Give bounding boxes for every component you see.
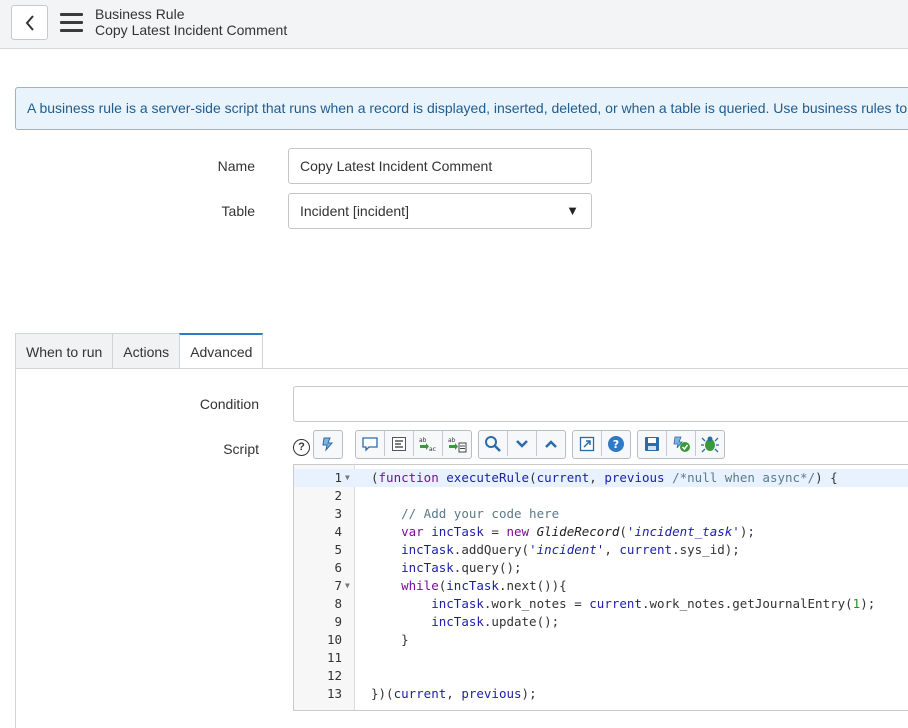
code-text: incTask.update(); [431,614,560,629]
name-label: Name [217,158,255,174]
line-number: 1 [334,470,342,485]
search-button[interactable] [479,431,508,456]
svg-text:?: ? [613,438,619,451]
script-label: Script [223,441,259,457]
script-toolbar: ab ac ab ? [313,430,731,459]
replace-all-icon: ab [448,437,467,452]
line-number: 7 [334,578,342,593]
format-code-button[interactable] [385,431,414,456]
svg-text:ab: ab [419,437,427,444]
code-text: (function executeRule(current, previous … [371,470,838,485]
svg-text:ab: ab [448,437,456,444]
search-icon [485,435,501,452]
help-icon: ? [608,435,624,452]
chevron-left-icon [25,14,34,31]
chevron-up-icon [545,439,557,448]
code-line[interactable]: 12 [294,667,908,685]
fold-arrow-icon[interactable]: ▼ [345,469,350,487]
check-syntax-button[interactable] [667,431,696,456]
code-line[interactable]: 1 ▼ (function executeRule(current, previou… [294,469,908,487]
code-text: } [371,632,409,647]
code-line[interactable]: 9 incTask.update(); [294,613,908,631]
dropdown-arrow-icon: ▼ [566,203,579,218]
code-line[interactable]: 4 var incTask = new GlideRecord('inciden… [294,523,908,541]
replace-button[interactable]: ab ac [414,431,443,456]
header-titles: Business Rule Copy Latest Incident Comme… [95,6,287,38]
table-select[interactable]: Incident [incident] ▼ [288,193,592,229]
fullscreen-button[interactable] [573,431,602,456]
comment-button[interactable] [356,431,385,456]
code-text: incTask.query(); [401,560,522,575]
line-number: 8 [334,596,342,611]
line-number: 12 [326,668,342,683]
line-number: 4 [334,524,342,539]
find-next-button[interactable] [508,431,537,456]
code-text: var incTask = new GlideRecord('incident_… [401,524,755,539]
format-code-icon [392,436,406,451]
code-text: })(current, previous); [371,686,537,701]
code-line[interactable]: 11 [294,649,908,667]
format-script-icon [322,437,334,452]
code-line[interactable]: 7 ▼ while(incTask.next()){ [294,577,908,595]
find-previous-button[interactable] [537,431,565,456]
record-title: Copy Latest Incident Comment [95,22,288,38]
line-number: 11 [326,650,342,665]
code-text: incTask.addQuery('incident', current.sys… [401,542,740,557]
info-message: A business rule is a server-side script … [15,87,908,130]
tab-advanced[interactable]: Advanced [179,333,264,369]
chevron-down-icon [516,439,528,448]
context-menu-icon[interactable] [60,13,83,32]
tab-actions[interactable]: Actions [112,333,180,369]
code-line[interactable]: 5 incTask.addQuery('incident', current.s… [294,541,908,559]
save-button[interactable] [638,431,667,456]
line-number: 3 [334,506,342,521]
line-number: 6 [334,560,342,575]
line-number: 9 [334,614,342,629]
script-debugger-button[interactable] [696,431,724,456]
help-button[interactable]: ? [602,431,630,456]
replace-icon: abac [419,437,436,453]
help-circle-icon[interactable]: ? [293,439,310,456]
code-line[interactable]: 10 } [294,631,908,649]
line-number: 5 [334,542,342,557]
format-script-button[interactable] [314,431,342,456]
line-number: 13 [326,686,342,701]
name-field[interactable]: Copy Latest Incident Comment [288,148,592,184]
form-title: Business Rule [95,6,185,22]
section-tabs: When to run Actions Advanced [15,333,264,369]
form-header: Business Rule Copy Latest Incident Comme… [0,0,908,49]
check-syntax-icon [673,436,690,452]
condition-label: Condition [199,396,259,412]
back-button[interactable] [11,5,48,40]
table-label: Table [221,203,255,219]
code-text: // Add your code here [401,506,560,521]
code-line[interactable]: 2 [294,487,908,505]
code-line[interactable]: 3 // Add your code here [294,505,908,523]
replace-all-button[interactable]: ab [443,431,471,456]
line-number: 10 [326,632,342,647]
line-number: 2 [334,488,342,503]
fullscreen-icon [579,436,595,451]
code-line[interactable]: 13 })(current, previous); [294,685,908,703]
comment-icon [362,436,378,452]
svg-text:ac: ac [429,446,436,453]
table-select-value: Incident [incident] [300,203,409,219]
code-line[interactable]: 6 incTask.query(); [294,559,908,577]
code-text: while(incTask.next()){ [401,578,567,593]
fold-arrow-icon[interactable]: ▼ [345,577,350,595]
condition-field[interactable] [293,386,908,422]
save-icon [645,436,659,451]
code-line[interactable]: 8 incTask.work_notes = current.work_note… [294,595,908,613]
script-editor[interactable]: 1 ▼ (function executeRule(current, previou… [293,464,908,711]
code-text: incTask.work_notes = current.work_notes.… [431,596,876,611]
script-debugger-icon [701,436,719,452]
tab-when-to-run[interactable]: When to run [15,333,113,369]
